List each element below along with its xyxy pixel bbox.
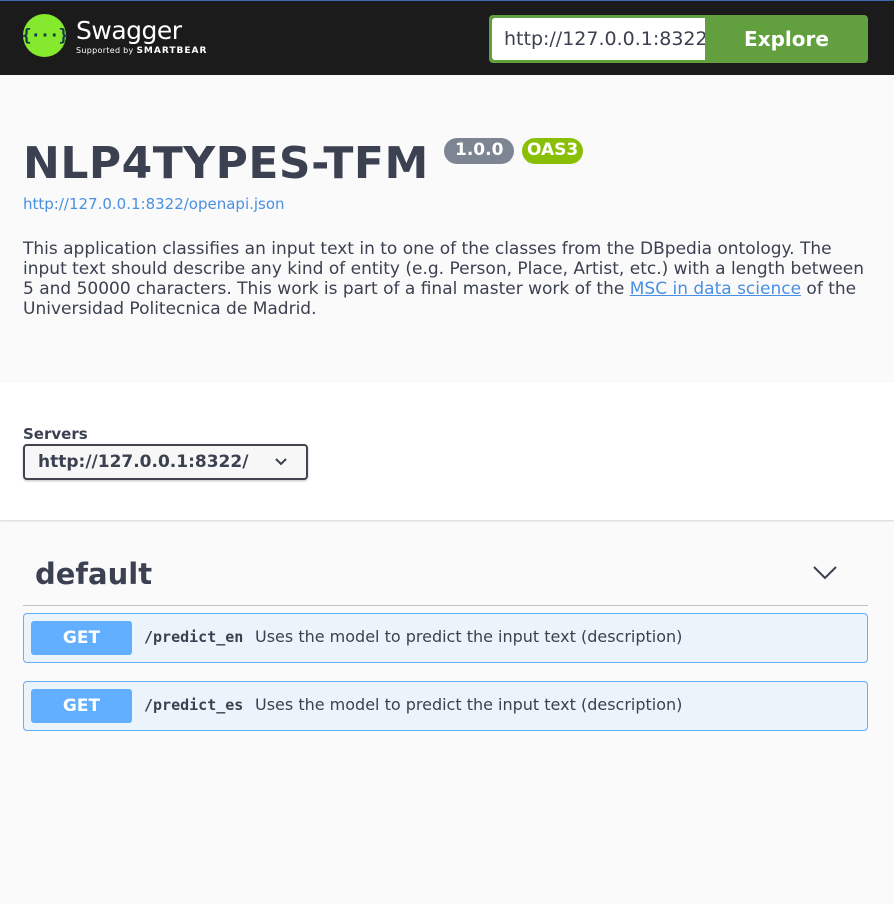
logo-name: Swagger — [76, 16, 182, 45]
method-badge: GET — [31, 621, 132, 655]
operation-path: /predict_es — [144, 696, 244, 714]
logo-subtitle: Supported by SMARTBEAR — [76, 46, 208, 56]
tag-name: default — [35, 557, 153, 591]
operation-summary: Uses the model to predict the input text… — [255, 627, 683, 646]
servers-selected-value: http://127.0.0.1:8322/ — [38, 452, 249, 472]
explore-form: Explore — [489, 15, 868, 63]
api-title: NLP4TYPES-TFM — [23, 138, 429, 189]
oas-badge: OAS3 — [522, 138, 584, 164]
api-description: This application classifies an input tex… — [23, 239, 865, 319]
operation-path: /predict_en — [144, 628, 244, 646]
spec-url-input[interactable] — [492, 18, 705, 60]
explore-button[interactable]: Explore — [705, 15, 868, 63]
swagger-braces-icon: {···} — [21, 14, 69, 57]
operation-predict-en[interactable]: GET /predict_en Uses the model to predic… — [23, 613, 868, 663]
msc-link[interactable]: MSC in data science — [630, 279, 801, 299]
topbar: {···} Swagger Supported by SMARTBEAR Exp… — [0, 0, 894, 75]
spec-url-link[interactable]: http://127.0.0.1:8322/openapi.json — [23, 195, 285, 213]
tag-header-default[interactable]: default — [23, 545, 868, 606]
operation-summary: Uses the model to predict the input text… — [255, 695, 683, 714]
chevron-down-icon — [275, 458, 287, 466]
method-badge: GET — [31, 689, 132, 723]
servers-label: Servers — [23, 425, 88, 443]
version-badge: 1.0.0 — [444, 138, 515, 164]
swagger-logo[interactable]: {···} Swagger Supported by SMARTBEAR — [21, 14, 208, 57]
servers-select[interactable]: http://127.0.0.1:8322/ — [23, 444, 308, 480]
chevron-down-icon[interactable] — [812, 561, 838, 583]
servers-section: Servers http://127.0.0.1:8322/ — [0, 382, 894, 520]
operation-predict-es[interactable]: GET /predict_es Uses the model to predic… — [23, 681, 868, 731]
info-section: NLP4TYPES-TFM 1.0.0 OAS3 http://127.0.0.… — [0, 75, 894, 382]
